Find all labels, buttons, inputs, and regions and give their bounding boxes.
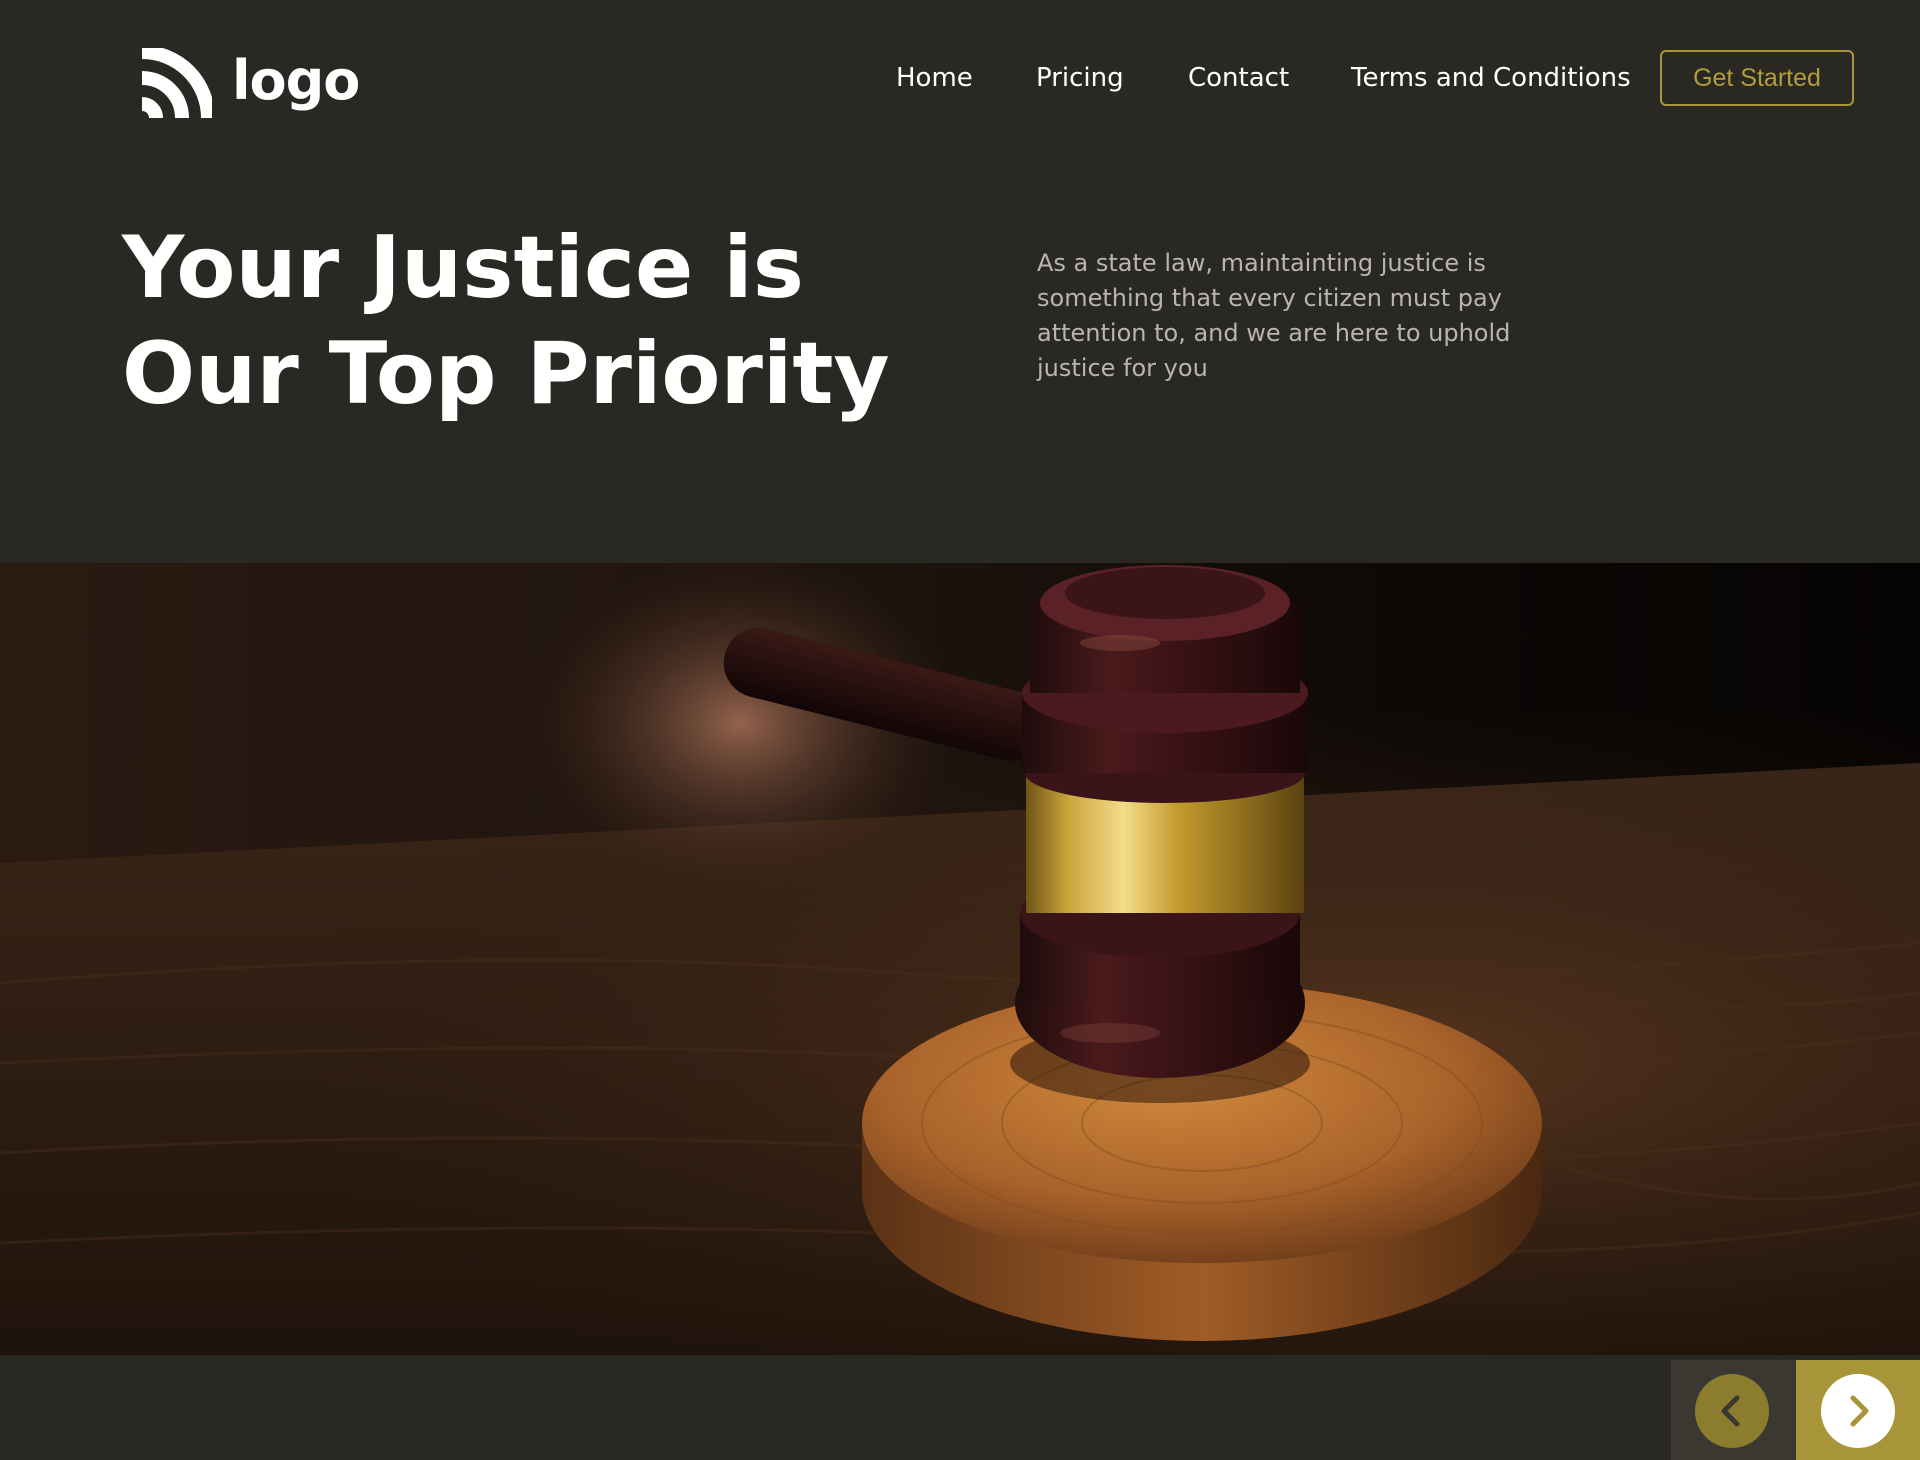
chevron-left-icon: [1721, 1395, 1740, 1427]
next-slide-button[interactable]: [1821, 1374, 1895, 1448]
hero-description: As a state law, maintainting justice is …: [1037, 249, 1511, 382]
chevron-right-icon: [1850, 1395, 1869, 1427]
hero-image: [0, 563, 1920, 1355]
nav-contact[interactable]: Contact: [1188, 48, 1289, 108]
prev-slide-button[interactable]: [1695, 1374, 1769, 1448]
nav-home[interactable]: Home: [896, 48, 973, 108]
get-started-button[interactable]: Get Started: [1660, 50, 1854, 106]
nav-pricing[interactable]: Pricing: [1036, 48, 1124, 108]
hero-title-line-2: Our Top Priority: [122, 324, 890, 424]
main-nav: Home Pricing Contact Terms and Condition…: [0, 48, 1920, 108]
next-slide-panel: [1796, 1360, 1920, 1460]
hero-title-line-1: Your Justice is: [122, 218, 804, 318]
gavel-illustration: [0, 563, 1920, 1355]
nav-terms[interactable]: Terms and Conditions: [1351, 48, 1631, 108]
hero-title: Your Justice is Our Top Priority: [122, 215, 890, 427]
slider-controls: [1671, 1360, 1920, 1460]
prev-slide-panel: [1671, 1360, 1796, 1460]
